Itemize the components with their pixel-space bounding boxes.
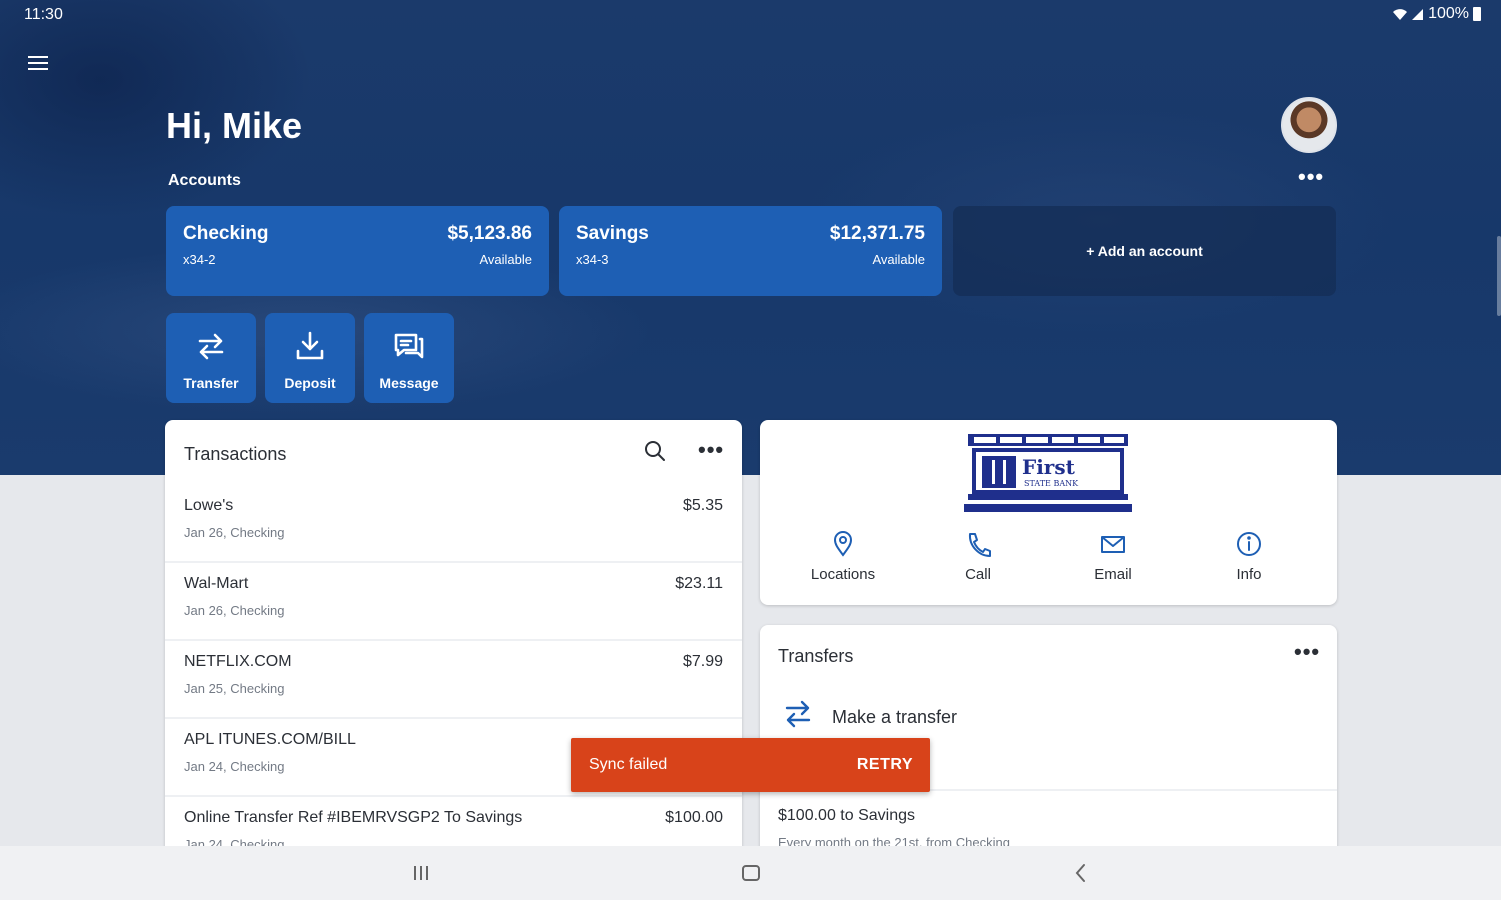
contact-label: Info bbox=[1236, 566, 1262, 583]
recent-apps-icon[interactable] bbox=[408, 860, 434, 886]
bank-logo: First STATE BANK bbox=[964, 434, 1132, 512]
transaction-detail: Jan 26, Checking bbox=[184, 525, 285, 540]
balance-label: Available bbox=[479, 252, 532, 267]
transaction-merchant: Lowe's bbox=[184, 497, 234, 514]
contact-label: Call bbox=[965, 566, 991, 583]
greeting: Hi, Mike bbox=[166, 105, 303, 146]
wifi-icon bbox=[1393, 9, 1408, 20]
add-account-button[interactable]: + Add an account bbox=[953, 206, 1336, 296]
hamburger-menu-icon[interactable] bbox=[28, 52, 54, 76]
retry-button[interactable]: RETRY bbox=[857, 756, 913, 774]
info-icon bbox=[1237, 532, 1261, 556]
transaction-amount: $100.00 bbox=[665, 809, 723, 826]
transaction-amount: $23.11 bbox=[675, 575, 723, 592]
mail-icon bbox=[1101, 536, 1125, 553]
back-icon[interactable] bbox=[1068, 860, 1094, 886]
bank-logo-subtitle: STATE BANK bbox=[1024, 479, 1079, 488]
transaction-detail: Jan 24, Checking bbox=[184, 759, 285, 774]
bank-logo-name: First bbox=[1022, 455, 1076, 479]
location-pin-icon bbox=[833, 531, 853, 557]
quick-action-label: Deposit bbox=[284, 375, 336, 391]
home-icon[interactable] bbox=[738, 860, 764, 886]
call-button[interactable]: Call bbox=[918, 530, 1038, 583]
transfers-more-icon[interactable]: ••• bbox=[1294, 641, 1320, 663]
battery-percent: 100% bbox=[1428, 5, 1469, 22]
transaction-row[interactable]: Wal-Mart Jan 26, Checking $23.11 bbox=[165, 563, 742, 641]
transactions-card: Transactions ••• Lowe's Jan 26, Checking… bbox=[165, 420, 742, 860]
account-balance: $5,123.86 bbox=[447, 223, 532, 244]
transactions-more-icon[interactable]: ••• bbox=[698, 439, 724, 461]
make-transfer-label: Make a transfer bbox=[832, 707, 958, 727]
transaction-merchant: Online Transfer Ref #IBEMRVSGP2 To Savin… bbox=[184, 809, 523, 826]
signal-icon bbox=[1412, 9, 1424, 20]
edge-panel-handle[interactable] bbox=[1497, 236, 1501, 316]
accounts-more-icon[interactable]: ••• bbox=[1298, 166, 1324, 188]
transfer-button[interactable]: Transfer bbox=[166, 313, 256, 403]
search-icon[interactable] bbox=[643, 439, 667, 463]
scheduled-transfer[interactable]: $100.00 to Savings bbox=[778, 807, 915, 825]
battery-icon bbox=[1473, 7, 1481, 21]
deposit-icon bbox=[296, 331, 324, 360]
email-button[interactable]: Email bbox=[1053, 530, 1173, 583]
transactions-title: Transactions bbox=[184, 444, 287, 464]
transaction-merchant: NETFLIX.COM bbox=[184, 653, 292, 670]
account-number: x34-2 bbox=[183, 252, 216, 267]
contact-label: Email bbox=[1094, 566, 1132, 583]
phone-icon bbox=[968, 533, 991, 557]
account-number: x34-3 bbox=[576, 252, 609, 267]
locations-button[interactable]: Locations bbox=[783, 530, 903, 583]
quick-action-label: Message bbox=[379, 375, 439, 391]
sync-failed-snackbar: Sync failed RETRY bbox=[571, 738, 930, 792]
account-name: Checking bbox=[183, 223, 269, 244]
deposit-button[interactable]: Deposit bbox=[265, 313, 355, 403]
system-nav-bar bbox=[0, 846, 1501, 900]
account-balance: $12,371.75 bbox=[829, 223, 925, 244]
transaction-row[interactable]: Lowe's Jan 26, Checking $5.35 bbox=[165, 485, 742, 563]
transaction-merchant: APL ITUNES.COM/BILL bbox=[184, 731, 356, 748]
message-button[interactable]: Message bbox=[364, 313, 454, 403]
transfers-title: Transfers bbox=[778, 646, 854, 666]
balance-label: Available bbox=[872, 252, 925, 267]
transaction-merchant: Wal-Mart bbox=[184, 575, 249, 592]
transfer-icon bbox=[785, 700, 811, 728]
info-button[interactable]: Info bbox=[1189, 530, 1309, 583]
account-card-savings[interactable]: Savings x34-3 $12,371.75 Available bbox=[559, 206, 942, 296]
message-icon bbox=[394, 333, 424, 359]
transaction-detail: Jan 26, Checking bbox=[184, 603, 285, 618]
status-time: 11:30 bbox=[24, 6, 63, 23]
avatar[interactable] bbox=[1281, 97, 1337, 153]
account-name: Savings bbox=[576, 223, 649, 244]
transaction-amount: $7.99 bbox=[682, 653, 723, 670]
transaction-detail: Jan 25, Checking bbox=[184, 681, 285, 696]
transaction-amount: $5.35 bbox=[682, 497, 723, 514]
quick-action-label: Transfer bbox=[183, 375, 239, 391]
transfer-icon bbox=[198, 333, 224, 360]
snackbar-message: Sync failed bbox=[589, 756, 668, 773]
status-indicators: 100% bbox=[1392, 5, 1481, 23]
contact-label: Locations bbox=[810, 566, 876, 583]
bank-card: First STATE BANK Locations Call Email In… bbox=[760, 420, 1337, 605]
status-bar: 11:30 100% bbox=[0, 0, 1501, 30]
transaction-row[interactable]: NETFLIX.COM Jan 25, Checking $7.99 bbox=[165, 641, 742, 719]
accounts-label: Accounts bbox=[168, 172, 241, 189]
account-card-checking[interactable]: Checking x34-2 $5,123.86 Available bbox=[166, 206, 549, 296]
